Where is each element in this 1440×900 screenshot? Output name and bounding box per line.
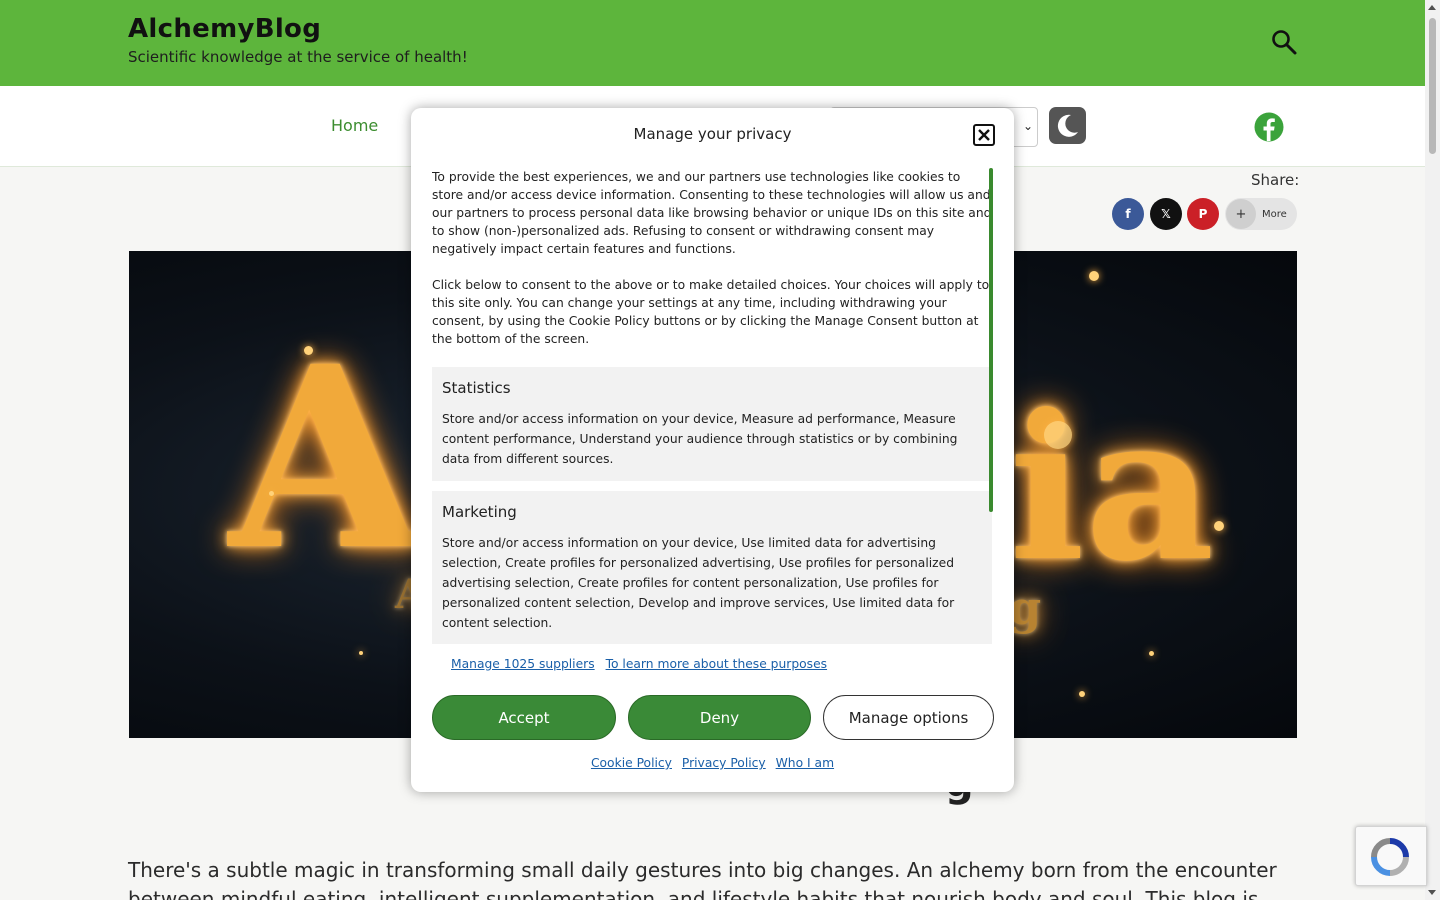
share-facebook-button[interactable]: f — [1112, 198, 1144, 230]
cookie-policy-link[interactable]: Cookie Policy — [591, 756, 672, 770]
moon-icon — [1057, 114, 1078, 137]
consent-paragraph: To provide the best experiences, we and … — [432, 170, 992, 256]
share-more-label: More — [1262, 208, 1287, 220]
site-title[interactable]: AlchemyBlog — [128, 14, 321, 44]
accept-button[interactable]: Accept — [432, 695, 616, 740]
manage-suppliers-link[interactable]: Manage 1025 suppliers — [451, 657, 595, 671]
article-intro: There's a subtle magic in transforming s… — [128, 858, 1277, 900]
purpose-title: Statistics — [442, 379, 511, 397]
spark-dot — [1149, 651, 1154, 656]
hero-letter: A — [229, 311, 423, 605]
manage-options-button[interactable]: Manage options — [823, 695, 994, 740]
spark-dot — [1214, 521, 1224, 531]
modal-scrollbar[interactable] — [989, 168, 993, 512]
share-pinterest-button[interactable]: P — [1187, 198, 1219, 230]
chevron-down-icon: ⌄ — [1022, 119, 1033, 133]
consent-paragraph: Click below to consent to the above or t… — [432, 278, 990, 346]
share-more-button[interactable]: + More — [1225, 198, 1297, 230]
close-icon — [978, 129, 990, 141]
purpose-marketing[interactable]: Marketing Store and/or access informatio… — [432, 491, 992, 644]
cookie-consent-modal: Manage your privacy To provide the best … — [411, 108, 1014, 792]
purpose-description: Store and/or access information on your … — [442, 536, 955, 630]
learn-more-link[interactable]: To learn more about these purposes — [606, 657, 828, 671]
plus-icon: + — [1226, 199, 1256, 229]
consent-links: Manage 1025 suppliers To learn more abou… — [451, 657, 834, 671]
facebook-link[interactable] — [1254, 112, 1284, 142]
spark-dot — [269, 491, 274, 496]
pinterest-icon: P — [1198, 207, 1208, 221]
nav-item-home[interactable]: Home — [331, 116, 378, 135]
modal-title: Manage your privacy — [633, 125, 792, 143]
x-icon: 𝕏 — [1161, 207, 1171, 221]
who-i-am-link[interactable]: Who I am — [776, 756, 834, 770]
search-button[interactable] — [1270, 28, 1298, 56]
search-icon — [1272, 30, 1297, 55]
spark-dot — [1089, 271, 1099, 281]
spark-dot — [1079, 691, 1085, 697]
site-header: AlchemyBlog Scientific knowledge at the … — [0, 0, 1425, 86]
purpose-title: Marketing — [442, 503, 517, 522]
privacy-policy-link[interactable]: Privacy Policy — [682, 756, 766, 770]
dark-mode-toggle[interactable] — [1049, 107, 1086, 144]
site-tagline: Scientific knowledge at the service of h… — [128, 48, 468, 66]
deny-button[interactable]: Deny — [628, 695, 811, 740]
recaptcha-icon — [1371, 838, 1409, 876]
share-label: Share: — [1251, 171, 1300, 189]
consent-body[interactable]: To provide the best experiences, we and … — [432, 168, 992, 644]
consent-footer-links: Cookie Policy Privacy Policy Who I am — [411, 756, 1014, 770]
scroll-down-arrow-icon[interactable] — [1428, 890, 1436, 895]
purpose-statistics[interactable]: Statistics Store and/or access informati… — [432, 367, 992, 482]
share-x-button[interactable]: 𝕏 — [1150, 198, 1182, 230]
hero-letter: ia — [1009, 371, 1215, 606]
consent-message: To provide the best experiences, we and … — [432, 168, 992, 348]
recaptcha-badge[interactable] — [1355, 826, 1427, 886]
spark-dot — [1044, 421, 1072, 449]
close-button[interactable] — [973, 124, 995, 146]
spark-dot — [304, 346, 313, 355]
facebook-icon — [1254, 112, 1284, 142]
purpose-description: Store and/or access information on your … — [442, 412, 958, 466]
spark-dot — [359, 651, 363, 655]
facebook-icon: f — [1125, 207, 1131, 221]
page-scrollbar[interactable] — [1425, 0, 1440, 900]
scroll-up-arrow-icon[interactable] — [1428, 5, 1436, 10]
scrollbar-thumb[interactable] — [1429, 18, 1436, 154]
